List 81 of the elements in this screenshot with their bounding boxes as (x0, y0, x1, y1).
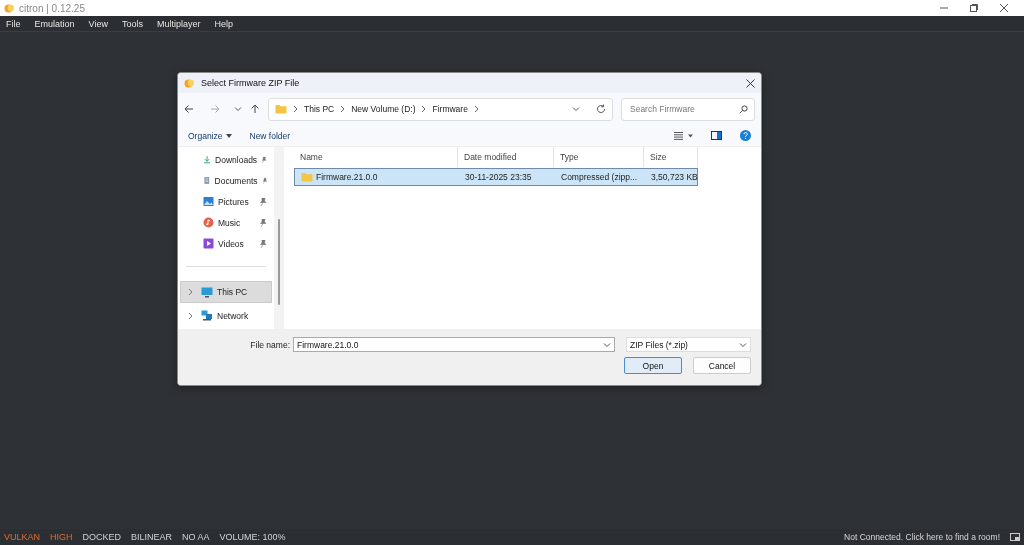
table-cell: 30-11-2025 23:35 (465, 172, 532, 182)
picture-icon (203, 196, 214, 207)
breadcrumb-item[interactable]: This PC (304, 104, 335, 114)
file-name-label: File name: (250, 339, 290, 350)
menu-item[interactable]: File (6, 18, 21, 29)
status-item: NO AA (182, 532, 210, 542)
search-field[interactable]: Search Firmware (621, 97, 755, 121)
file-type-dropdown[interactable]: ZIP Files (*.zip) (626, 337, 751, 352)
column-header[interactable]: Size (644, 147, 698, 167)
breadcrumb-item[interactable]: New Volume (D:) (351, 104, 416, 114)
sidebar-item[interactable]: Documents (180, 172, 272, 189)
history-dropdown-icon[interactable] (572, 105, 580, 113)
table-cell: 3,50,723 KB (651, 172, 698, 182)
pin-icon (261, 155, 267, 164)
music-icon (203, 217, 214, 228)
file-name-field[interactable]: Firmware.21.0.0 (293, 337, 615, 352)
pin-icon (259, 218, 267, 227)
window-title: citron | 0.12.25 (19, 2, 85, 14)
organize-button[interactable]: Organize (188, 130, 232, 141)
view-menu-icon[interactable] (674, 131, 693, 140)
network-status-link[interactable]: Not Connected. Click here to find a room! (844, 532, 1000, 542)
app-logo (4, 2, 15, 14)
sidebar-item[interactable]: Pictures (180, 193, 272, 210)
close-icon[interactable] (746, 78, 755, 88)
chevron-separator-icon (340, 105, 346, 113)
table-cell: Firmware.21.0.0 (316, 172, 378, 182)
sidebar-item[interactable]: Videos (180, 235, 272, 252)
search-icon (739, 104, 748, 114)
close-icon[interactable] (1000, 4, 1008, 12)
monitor-icon (201, 286, 213, 298)
pin-icon (259, 197, 267, 206)
menu-item[interactable]: Help (214, 18, 233, 29)
download-icon (203, 154, 212, 165)
zip-folder-icon (301, 172, 313, 182)
menu-item[interactable]: View (88, 18, 108, 29)
help-icon[interactable] (740, 130, 751, 141)
folder-icon (275, 104, 287, 114)
status-item: VULKAN (4, 532, 40, 542)
breadcrumb-item[interactable]: Firmware (432, 104, 468, 114)
dropdown-caret-icon[interactable] (739, 340, 747, 349)
room-icon[interactable] (1010, 532, 1020, 542)
network-icon (201, 310, 213, 321)
cancel-button[interactable]: Cancel (693, 357, 751, 374)
chevron-separator-icon (473, 105, 479, 113)
refresh-icon[interactable] (596, 104, 606, 114)
sidebar-item[interactable]: This PC (180, 281, 272, 303)
status-item: VOLUME: 100% (219, 532, 286, 542)
up-icon[interactable] (250, 104, 260, 114)
address-bar[interactable]: This PC New Volume (D:) Firmware (268, 97, 613, 121)
column-header[interactable]: Name (294, 147, 458, 167)
file-row[interactable]: Firmware.21.0.0 30-11-2025 23:35 Compressed (zipp... 3,50,723 KB (294, 168, 698, 186)
column-header[interactable]: Type (554, 147, 644, 167)
caret-icon (225, 133, 232, 138)
chevron-separator-icon (293, 105, 298, 113)
dropdown-caret-icon[interactable] (603, 340, 611, 349)
dialog-title: Select Firmware ZIP File (201, 78, 300, 88)
recent-dropdown-icon[interactable] (234, 105, 242, 113)
sidebar-item[interactable]: Music (180, 214, 272, 231)
video-icon (203, 238, 214, 249)
status-item: DOCKED (82, 532, 122, 542)
minimize-icon[interactable] (940, 4, 948, 12)
menu-item[interactable]: Emulation (34, 18, 75, 29)
open-button[interactable]: Open (624, 357, 682, 374)
document-icon (203, 175, 211, 186)
back-icon[interactable] (184, 104, 194, 114)
dialog-logo (184, 77, 195, 89)
scrollbar-thumb[interactable] (278, 219, 280, 305)
preview-pane-icon[interactable] (711, 131, 722, 140)
menu-item[interactable]: Tools (121, 18, 143, 29)
pin-icon (259, 239, 267, 248)
pin-icon (261, 176, 267, 185)
status-item: BILINEAR (131, 532, 173, 542)
table-cell: Compressed (zipp... (561, 172, 638, 182)
menu-item[interactable]: Multiplayer (156, 18, 201, 29)
restore-icon[interactable] (970, 4, 978, 12)
sidebar-item[interactable]: Downloads (180, 151, 272, 168)
column-header[interactable]: Date modified (458, 147, 554, 167)
sidebar-item[interactable]: Network (180, 307, 272, 324)
new-folder-button[interactable]: New folder (249, 130, 291, 141)
status-item: HIGH (50, 532, 73, 542)
chevron-separator-icon (421, 105, 427, 113)
